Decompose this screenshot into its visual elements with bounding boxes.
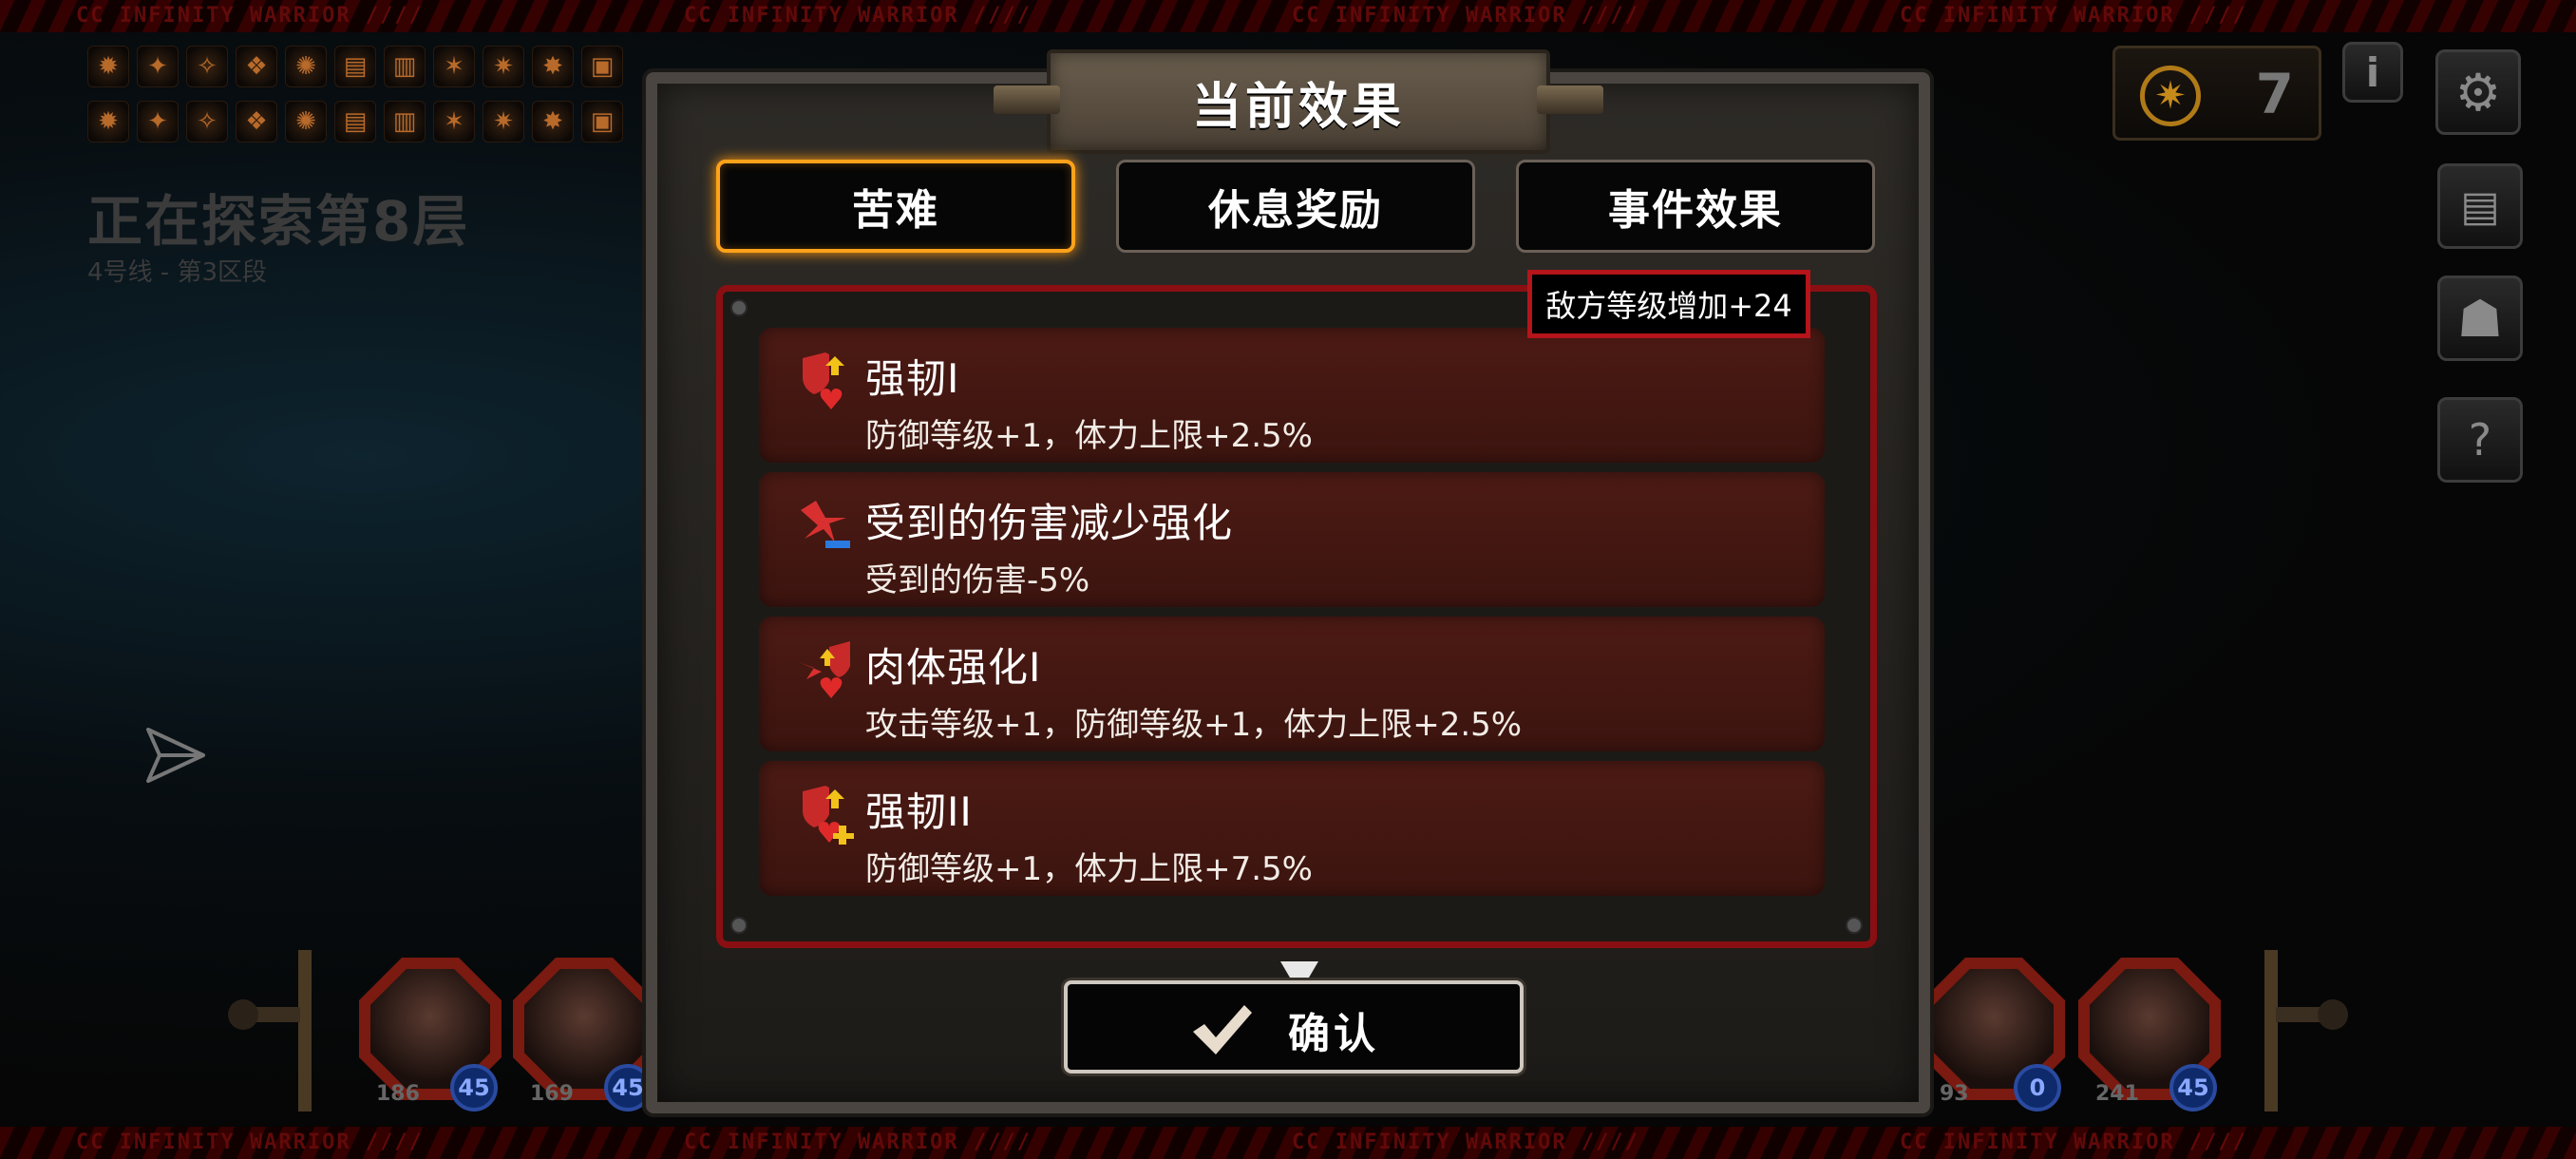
item-icon[interactable]: ✸	[532, 46, 574, 87]
party-level: 0	[2014, 1064, 2061, 1112]
body-enhance-icon	[799, 641, 850, 698]
party-hp: 241	[2095, 1082, 2139, 1106]
effect-item: 强韧II 防御等级+1，体力上限+7.5%	[759, 761, 1825, 896]
explore-title: 正在探索第8层	[87, 189, 470, 254]
hazard-text: CC INFINITY WARRIOR ////	[684, 1130, 1032, 1154]
rivet	[730, 917, 748, 934]
tab-event-effect[interactable]: 事件效果	[1516, 160, 1875, 253]
item-icon[interactable]: ✷	[483, 46, 524, 87]
hazard-text: CC INFINITY WARRIOR ////	[76, 1130, 424, 1154]
info-icon[interactable]: i	[2342, 42, 2403, 103]
item-icon[interactable]: ▥	[384, 101, 426, 142]
party-level: 45	[604, 1064, 652, 1112]
shield-heart-up-icon	[803, 352, 844, 409]
party-level: 45	[2169, 1064, 2217, 1112]
hazard-text: CC INFINITY WARRIOR ////	[684, 4, 1032, 28]
effect-name: 受到的伤害减少强化	[865, 500, 1234, 546]
send-icon[interactable]	[144, 724, 207, 787]
hazard-text: CC INFINITY WARRIOR ////	[1292, 4, 1639, 28]
gear-icon[interactable]: ⚙	[2435, 49, 2521, 135]
item-icon[interactable]: ✧	[186, 101, 228, 142]
party-hp: 93	[1940, 1082, 1969, 1106]
party-hp: 186	[376, 1082, 420, 1106]
item-icon[interactable]: ❖	[236, 46, 277, 87]
dialog-title: 当前效果	[1191, 78, 1405, 136]
effect-name: 强韧II	[865, 788, 973, 835]
hazard-text: CC INFINITY WARRIOR ////	[1900, 4, 2247, 28]
party-hp: 169	[530, 1082, 574, 1106]
lever-right-icon	[2264, 950, 2348, 1112]
effect-name: 强韧I	[865, 355, 960, 402]
item-icon[interactable]: ✺	[285, 101, 327, 142]
item-icon[interactable]: ▤	[334, 46, 376, 87]
help-icon[interactable]: ?	[2437, 397, 2523, 483]
checkmark-icon	[1193, 1005, 1252, 1054]
item-icon[interactable]: ▣	[581, 101, 623, 142]
title-rod-right	[1537, 86, 1603, 114]
effect-tabs: 苦难 休息奖励 事件效果	[716, 160, 1877, 253]
effect-desc: 防御等级+1，体力上限+2.5%	[865, 417, 1313, 455]
inventory-bar: ✹ ✦ ✧ ❖ ✺ ▤ ▥ ✶ ✷ ✸ ▣ ✹ ✦ ✧ ❖ ✺ ▤ ▥ ✶ ✷ ✸ ▣	[87, 46, 638, 162]
tab-hardship[interactable]: 苦难	[716, 160, 1075, 253]
effect-name: 肉体强化I	[865, 644, 1042, 691]
item-icon[interactable]: ✸	[532, 101, 574, 142]
party-member[interactable]: 93 0	[1923, 958, 2065, 1112]
item-icon[interactable]: ▣	[581, 46, 623, 87]
effect-item: 肉体强化I 攻击等级+1，防御等级+1，体力上限+2.5%	[759, 617, 1825, 751]
party-member[interactable]: 169 45	[513, 958, 655, 1112]
shield-heart-plus-icon	[803, 786, 854, 845]
gold-coin-icon: ✷	[2140, 66, 2201, 126]
book-icon[interactable]: ▤	[2437, 163, 2523, 249]
item-icon[interactable]: ✦	[137, 46, 179, 87]
hazard-text: CC INFINITY WARRIOR ////	[1292, 1130, 1639, 1154]
effect-desc: 攻击等级+1，防御等级+1，体力上限+2.5%	[865, 706, 1523, 744]
hazard-stripe-bottom: CC INFINITY WARRIOR //// CC INFINITY WAR…	[0, 1127, 2576, 1159]
party-level: 45	[450, 1064, 498, 1112]
confirm-label: 确认	[1288, 1010, 1379, 1058]
item-icon[interactable]: ▤	[334, 101, 376, 142]
effect-item: 受到的伤害减少强化 受到的伤害-5%	[759, 472, 1825, 607]
item-icon[interactable]: ✶	[433, 101, 475, 142]
hazard-text: CC INFINITY WARRIOR ////	[76, 4, 424, 28]
lever-left-icon	[228, 950, 312, 1112]
item-icon[interactable]: ✺	[285, 46, 327, 87]
item-icon[interactable]: ✹	[87, 46, 129, 87]
gold-value: 7	[2255, 62, 2294, 126]
effect-list[interactable]: 强韧I 防御等级+1，体力上限+2.5% 受到的伤害减少强化 受到的伤害-5% …	[716, 285, 1877, 948]
effect-item: 强韧I 防御等级+1，体力上限+2.5%	[759, 328, 1825, 463]
gold-counter: ✷ 7	[2112, 46, 2321, 141]
item-icon[interactable]: ✶	[433, 46, 475, 87]
rivet	[730, 299, 748, 316]
item-icon[interactable]: ✷	[483, 101, 524, 142]
item-icon[interactable]: ✹	[87, 101, 129, 142]
party-member[interactable]: 241 45	[2078, 958, 2221, 1112]
item-icon[interactable]: ❖	[236, 101, 277, 142]
effect-desc: 防御等级+1，体力上限+7.5%	[865, 850, 1313, 888]
confirm-button[interactable]: 确认	[1064, 980, 1524, 1074]
current-effects-dialog: 当前效果 苦难 休息奖励 事件效果 强韧I 防御等级+1，体力上限+2.5% 受…	[646, 49, 1930, 1113]
title-plate: 当前效果	[994, 49, 1603, 154]
explore-subtitle: 4号线 - 第3区段	[87, 258, 267, 287]
item-icon[interactable]: ▥	[384, 46, 426, 87]
title-rod-left	[994, 86, 1060, 114]
hazard-text: CC INFINITY WARRIOR ////	[1900, 1130, 2247, 1154]
hazard-stripe-top: CC INFINITY WARRIOR //// CC INFINITY WAR…	[0, 0, 2576, 32]
rivet	[1846, 917, 1863, 934]
damage-reduce-icon	[801, 501, 850, 548]
enemy-level-badge: 敌方等级增加+24	[1527, 270, 1810, 338]
party-member[interactable]: 186 45	[359, 958, 502, 1112]
character-icon[interactable]: ☗	[2437, 276, 2523, 361]
item-icon[interactable]: ✧	[186, 46, 228, 87]
item-icon[interactable]: ✦	[137, 101, 179, 142]
effect-desc: 受到的伤害-5%	[865, 561, 1090, 599]
tab-rest-reward[interactable]: 休息奖励	[1116, 160, 1475, 253]
